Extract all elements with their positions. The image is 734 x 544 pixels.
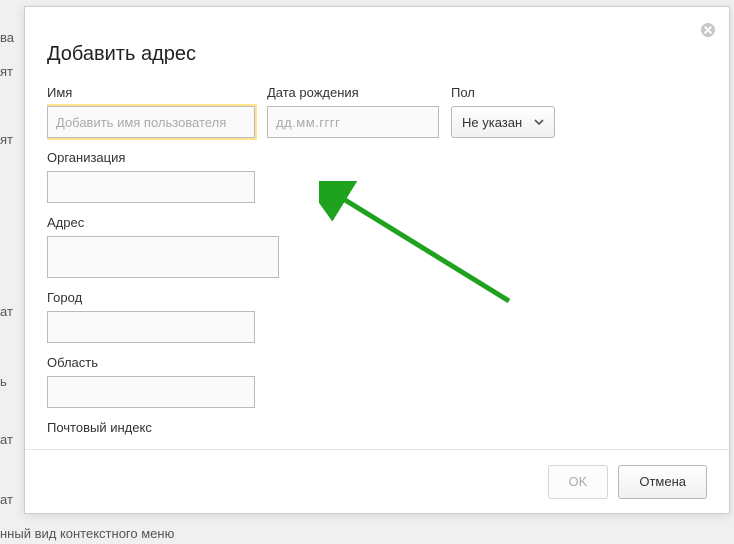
org-input[interactable]: [47, 171, 255, 203]
ok-button[interactable]: OK: [548, 465, 609, 499]
close-icon: [700, 22, 716, 38]
modal-footer: OK Отмена: [25, 449, 729, 513]
modal-title: Добавить адрес: [47, 43, 196, 66]
bg-fragment: ь: [0, 372, 7, 392]
city-input[interactable]: [47, 311, 255, 343]
bg-fragment: ат: [0, 302, 13, 322]
bg-fragment: ат: [0, 490, 13, 510]
zip-label: Почтовый индекс: [47, 420, 721, 435]
region-input[interactable]: [47, 376, 255, 408]
name-input[interactable]: [47, 106, 255, 138]
gender-select-value: Не указан: [462, 115, 522, 130]
bg-fragment-bottom: нный вид контекстного меню: [0, 524, 174, 544]
gender-select[interactable]: Не указан: [451, 106, 555, 138]
bg-fragment: ят: [0, 62, 13, 82]
address-textarea[interactable]: [47, 236, 279, 278]
city-label: Город: [47, 290, 721, 305]
bg-fragment: ат: [0, 430, 13, 450]
close-button[interactable]: [699, 21, 717, 39]
chevron-down-icon: [534, 119, 544, 125]
gender-label: Пол: [451, 85, 555, 100]
cancel-button[interactable]: Отмена: [618, 465, 707, 499]
org-label: Организация: [47, 150, 721, 165]
bg-fragment: ят: [0, 130, 13, 150]
dob-input[interactable]: [267, 106, 439, 138]
add-address-modal: Добавить адрес Имя Дата рождения Пол Не …: [24, 6, 730, 514]
form-scroll-area[interactable]: Имя Дата рождения Пол Не указан Организа…: [47, 85, 721, 437]
name-label: Имя: [47, 85, 255, 100]
address-label: Адрес: [47, 215, 721, 230]
bg-fragment: ва: [0, 28, 14, 48]
region-label: Область: [47, 355, 721, 370]
dob-label: Дата рождения: [267, 85, 439, 100]
